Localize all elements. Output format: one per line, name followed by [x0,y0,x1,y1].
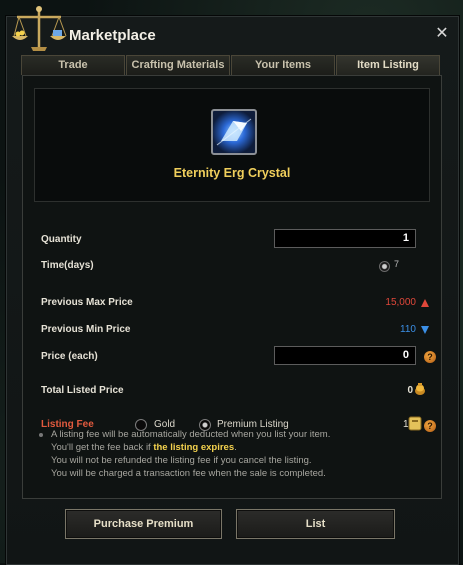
crystal-glyph [216,118,252,146]
help-icon[interactable]: ? [424,351,436,363]
time-label: Time(days) [41,260,94,271]
prev-max-value: 15,000 [385,297,416,308]
note-text: . [234,442,237,453]
tab-crafting-materials[interactable]: Crafting Materials [126,55,230,75]
prev-min-value: 110 [400,324,416,335]
note-highlight: the listing expires [153,442,235,453]
note-text: You will not be refunded the listing fee… [51,455,312,466]
listing-notes: A listing fee will be automatically dedu… [37,428,429,480]
price-label: Price (each) [41,351,98,362]
note-line: You will not be refunded the listing fee… [37,454,429,467]
note-text: You will be charged a transaction fee wh… [51,468,326,479]
quantity-input[interactable]: 1 [274,229,416,248]
prev-max-label: Previous Max Price [41,297,133,308]
tab-item-listing[interactable]: Item Listing [336,55,440,75]
close-icon[interactable]: ✕ [434,25,450,41]
note-line: You'll get the fee back if the listing e… [37,441,429,454]
list-button[interactable]: List [236,509,395,539]
note-bullet [39,433,43,437]
price-input[interactable]: 0 [274,346,416,365]
price-down-icon [421,326,429,334]
note-text: You'll get the fee back if [51,442,154,453]
gold-coin-icon [415,383,425,395]
time-value: 7 [394,259,400,269]
window-title: Marketplace [69,27,156,44]
prev-min-label: Previous Min Price [41,324,131,335]
quantity-label: Quantity [41,234,82,245]
purchase-premium-button[interactable]: Purchase Premium [65,509,222,539]
note-text: A listing fee will be automatically dedu… [51,429,331,440]
item-name: Eternity Erg Crystal [173,166,291,180]
time-radio[interactable] [379,261,390,272]
note-line: A listing fee will be automatically dedu… [37,428,429,441]
marketplace-window: Marketplace ✕ Trade Crafting Materials Y… [6,6,459,565]
tab-your-items[interactable]: Your Items [231,55,335,75]
total-label: Total Listed Price [41,385,124,396]
window-titlebar: Marketplace ✕ [7,6,458,55]
note-line: You will be charged a transaction fee wh… [37,467,429,480]
listing-panel: Eternity Erg Crystal Quantity 1 Time(day… [22,75,442,499]
tab-trade[interactable]: Trade [21,55,125,75]
erg-crystal-icon [211,109,257,155]
price-up-icon [421,299,429,307]
scale-icon [12,6,67,51]
item-preview: Eternity Erg Crystal [34,88,430,202]
